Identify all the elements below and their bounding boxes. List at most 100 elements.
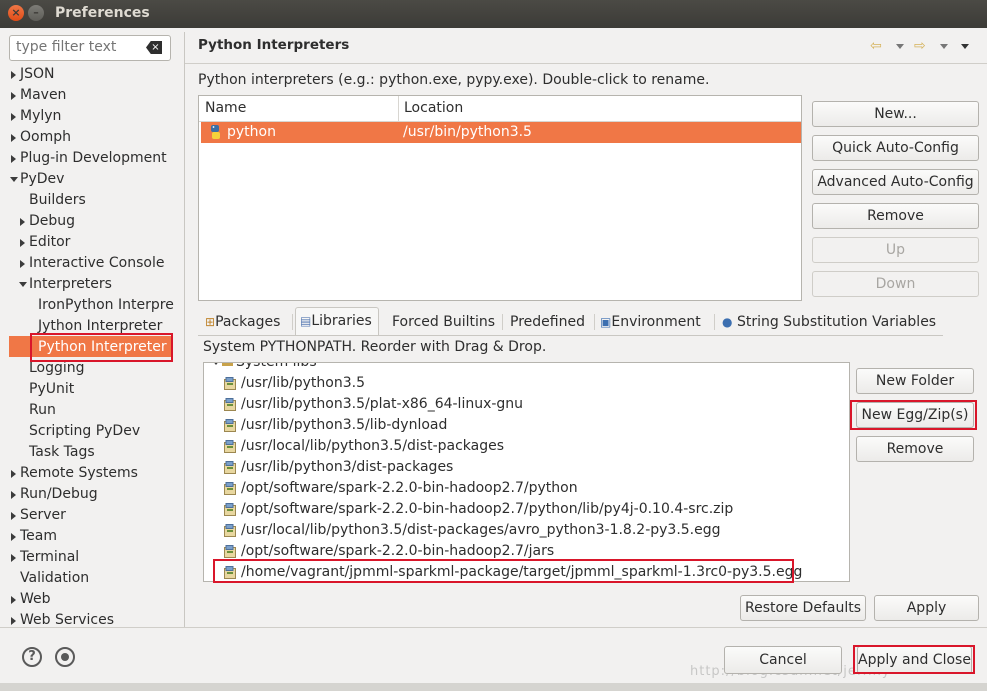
list-item[interactable]: /usr/local/lib/python3.5/dist-packages [204, 436, 844, 457]
advanced-auto-config-button[interactable]: Advanced Auto-Config [812, 169, 979, 195]
tree-item-web[interactable]: Web [0, 589, 176, 610]
list-item[interactable]: /opt/software/spark-2.2.0-bin-hadoop2.7/… [204, 541, 844, 562]
expand-arrow-icon[interactable] [20, 239, 25, 247]
tree-item-json[interactable]: JSON [0, 64, 176, 85]
column-header-name[interactable]: Name [205, 100, 246, 116]
python-icon [211, 125, 220, 139]
expand-arrow-icon[interactable] [11, 533, 16, 541]
tree-item-ironpython-interpre[interactable]: IronPython Interpre [0, 295, 176, 316]
window-minimize-button[interactable]: – [28, 5, 44, 21]
tab-libraries[interactable]: ▤Libraries [295, 307, 379, 336]
tab-packages[interactable]: ⊞Packages [205, 309, 280, 335]
new-folder-button[interactable]: New Folder [856, 368, 974, 394]
interpreters-table[interactable]: Name Location python /usr/bin/python3.5 [198, 95, 802, 301]
expand-arrow-icon[interactable] [11, 617, 16, 625]
group-label: System libs [236, 362, 317, 370]
tree-item-jython-interpreter[interactable]: Jython Interpreter [0, 316, 176, 337]
tree-item-logging[interactable]: Logging [0, 358, 176, 379]
list-item[interactable]: /opt/software/spark-2.2.0-bin-hadoop2.7/… [204, 499, 844, 520]
expand-arrow-icon[interactable] [212, 363, 220, 365]
list-item[interactable]: /usr/lib/python3.5/lib-dynload [204, 415, 844, 436]
expand-arrow-icon[interactable] [11, 512, 16, 520]
expand-arrow-icon[interactable] [11, 134, 16, 142]
apply-and-close-button[interactable]: Apply and Close [857, 646, 972, 674]
restore-defaults-button[interactable]: Restore Defaults [740, 595, 866, 621]
window-close-button[interactable]: × [8, 5, 24, 21]
list-item[interactable]: /usr/lib/python3.5/plat-x86_64-linux-gnu [204, 394, 844, 415]
tree-item-pydev[interactable]: PyDev [0, 169, 176, 190]
header-separator [185, 63, 987, 64]
remove-library-button[interactable]: Remove [856, 436, 974, 462]
tree-item-label: JSON [20, 66, 55, 82]
tree-item-oomph[interactable]: Oomph [0, 127, 176, 148]
tree-item-remote-systems[interactable]: Remote Systems [0, 463, 176, 484]
tab-forced-builtins[interactable]: Forced Builtins [392, 309, 495, 335]
tree-item-mylyn[interactable]: Mylyn [0, 106, 176, 127]
expand-arrow-icon[interactable] [11, 491, 16, 499]
tree-item-plug-in-development[interactable]: Plug-in Development [0, 148, 176, 169]
tree-item-maven[interactable]: Maven [0, 85, 176, 106]
list-item[interactable]: /usr/local/lib/python3.5/dist-packages/a… [204, 520, 844, 541]
tree-item-pyunit[interactable]: PyUnit [0, 379, 176, 400]
tree-item-python-interpreter[interactable]: Python Interpreter [0, 337, 176, 358]
view-menu-icon[interactable] [961, 44, 969, 49]
library-path: /home/vagrant/jpmml-sparkml-package/targ… [241, 564, 803, 580]
collapse-arrow-icon[interactable] [10, 177, 18, 182]
forward-arrow-icon[interactable]: ⇨ [914, 38, 926, 54]
filter-box[interactable]: × [9, 35, 171, 61]
bottom-separator [0, 627, 987, 628]
tree-item-run-debug[interactable]: Run/Debug [0, 484, 176, 505]
expand-arrow-icon[interactable] [11, 71, 16, 79]
expand-arrow-icon[interactable] [20, 260, 25, 268]
tree-item-editor[interactable]: Editor [0, 232, 176, 253]
expand-arrow-icon[interactable] [11, 155, 16, 163]
tree-item-interpreters[interactable]: Interpreters [0, 274, 176, 295]
quick-auto-config-button[interactable]: Quick Auto-Config [812, 135, 979, 161]
tree-item-label: Interactive Console [29, 255, 165, 271]
forward-dropdown-icon[interactable] [940, 44, 948, 49]
tab-environment[interactable]: ▣Environment [600, 309, 701, 335]
library-jar-icon [224, 377, 236, 390]
library-path: /usr/local/lib/python3.5/dist-packages/a… [241, 522, 721, 538]
list-item[interactable]: /home/vagrant/jpmml-sparkml-package/targ… [204, 562, 844, 581]
apply-button[interactable]: Apply [874, 595, 979, 621]
tree-item-team[interactable]: Team [0, 526, 176, 547]
tree-item-builders[interactable]: Builders [0, 190, 176, 211]
expand-arrow-icon[interactable] [11, 113, 16, 121]
tree-item-interactive-console[interactable]: Interactive Console [0, 253, 176, 274]
remove-interpreter-button[interactable]: Remove [812, 203, 979, 229]
tree-item-run[interactable]: Run [0, 400, 176, 421]
libraries-list[interactable]: System libs /usr/lib/python3.5/usr/lib/p… [203, 362, 850, 582]
expand-arrow-icon[interactable] [11, 596, 16, 604]
tree-item-scripting-pydev[interactable]: Scripting PyDev [0, 421, 176, 442]
expand-arrow-icon[interactable] [11, 470, 16, 478]
tab-predefined[interactable]: Predefined [510, 309, 585, 335]
cancel-button[interactable]: Cancel [724, 646, 842, 674]
tree-item-debug[interactable]: Debug [0, 211, 176, 232]
clear-filter-icon[interactable]: × [146, 41, 162, 54]
tree-item-terminal[interactable]: Terminal [0, 547, 176, 568]
back-arrow-icon[interactable]: ⇦ [870, 38, 882, 54]
import-export-icon[interactable] [55, 647, 75, 667]
back-dropdown-icon[interactable] [896, 44, 904, 49]
help-icon[interactable]: ? [22, 647, 42, 667]
list-item[interactable]: /opt/software/spark-2.2.0-bin-hadoop2.7/… [204, 478, 844, 499]
move-down-button[interactable]: Down [812, 271, 979, 297]
new-egg-zip-button[interactable]: New Egg/Zip(s) [856, 402, 974, 428]
tree-item-server[interactable]: Server [0, 505, 176, 526]
filter-input[interactable] [16, 39, 136, 55]
move-up-button[interactable]: Up [812, 237, 979, 263]
tab-string-substitution[interactable]: ● String Substitution Variables [722, 309, 936, 335]
tree-item-task-tags[interactable]: Task Tags [0, 442, 176, 463]
expand-arrow-icon[interactable] [11, 92, 16, 100]
tree-item-validation[interactable]: Validation [0, 568, 176, 589]
panel-divider[interactable] [184, 32, 185, 627]
list-item[interactable]: /usr/lib/python3.5 [204, 373, 844, 394]
list-item[interactable]: /usr/lib/python3/dist-packages [204, 457, 844, 478]
expand-arrow-icon[interactable] [20, 218, 25, 226]
column-header-location[interactable]: Location [404, 100, 463, 116]
new-interpreter-button[interactable]: New... [812, 101, 979, 127]
expand-arrow-icon[interactable] [11, 554, 16, 562]
collapse-arrow-icon[interactable] [19, 282, 27, 287]
table-row[interactable]: python /usr/bin/python3.5 [201, 122, 801, 143]
